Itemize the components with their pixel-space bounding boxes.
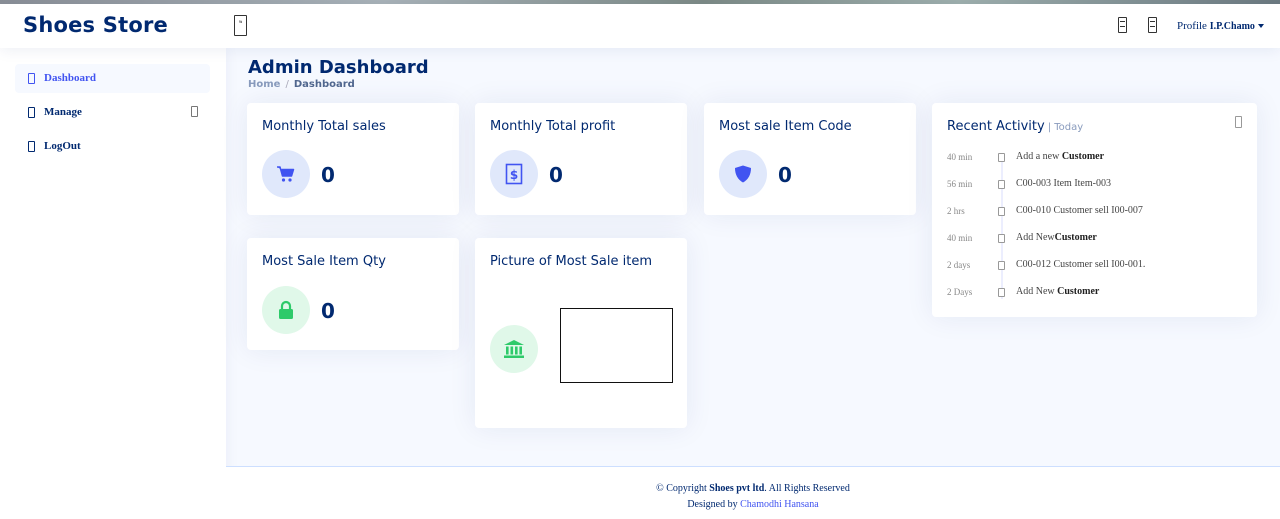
- activity-time: 2 Days: [947, 287, 973, 297]
- recent-activity-card: Recent Activity | Today 40 min Add a new …: [932, 103, 1257, 317]
- activity-today-label: Today: [1054, 122, 1084, 133]
- activity-separator: |: [1047, 122, 1052, 133]
- sidebar: Dashboard Manage LogOut: [0, 48, 226, 519]
- profile-label: Profile: [1177, 20, 1207, 32]
- profit-value: 0: [549, 163, 563, 187]
- credits-text: Designed by Chamodhi Hansana: [226, 499, 1280, 510]
- svg-text:$: $: [510, 168, 518, 182]
- activity-text: C00-003 Item Item-003: [1016, 178, 1111, 189]
- designed-by-label: Designed by: [687, 499, 741, 510]
- activity-text: Add a new Customer: [1016, 151, 1104, 162]
- profile-dropdown[interactable]: Profile I.P.Chamo: [1177, 20, 1264, 32]
- page-title: Admin Dashboard: [248, 57, 429, 78]
- activity-text-bold: Customer: [1061, 151, 1105, 162]
- breadcrumb-home[interactable]: Home: [248, 79, 280, 90]
- activity-text-plain: Add New: [1016, 286, 1058, 297]
- activity-text: C00-012 Customer sell I00-001.: [1016, 259, 1145, 270]
- activity-text-plain: C00-010 Customer sell I00-007: [1016, 205, 1143, 216]
- activity-text: C00-010 Customer sell I00-007: [1016, 205, 1143, 216]
- lock-icon: [262, 286, 310, 334]
- grid-icon: [28, 73, 35, 84]
- activity-text-plain: Add a new: [1016, 151, 1062, 162]
- sidebar-item-label: Dashboard: [44, 72, 96, 84]
- sidebar-item-dashboard[interactable]: Dashboard: [15, 64, 210, 93]
- card-title: Most Sale Item Qty: [262, 254, 386, 269]
- cart-icon: [262, 150, 310, 198]
- notifications-icon[interactable]: [1118, 17, 1127, 33]
- picture-card: Picture of Most Sale item: [475, 238, 687, 428]
- timeline-dot-icon: [998, 153, 1005, 162]
- activity-text-bold: Customer: [1057, 286, 1100, 297]
- copyright-prefix: © Copyright: [656, 483, 710, 494]
- card-title: Monthly Total profit: [490, 119, 616, 134]
- profile-name: I.P.Chamo: [1209, 21, 1255, 32]
- chevron-down-icon: [1257, 24, 1264, 29]
- designer-link[interactable]: Chamodhi Hansana: [740, 499, 819, 510]
- activity-time: 40 min: [947, 233, 973, 243]
- sidebar-item-logout[interactable]: LogOut: [15, 132, 210, 161]
- item-qty-card: Most Sale Item Qty 0: [247, 238, 459, 350]
- sidebar-item-label: Manage: [44, 106, 82, 118]
- activity-time: 2 days: [947, 260, 971, 270]
- activity-filter-label: | Today: [1048, 122, 1083, 133]
- activity-text-plain: C00-003 Item Item-003: [1016, 178, 1111, 189]
- logout-icon: [28, 141, 35, 152]
- currency-icon: $: [490, 150, 538, 198]
- activity-time: 56 min: [947, 179, 973, 189]
- sales-value: 0: [321, 163, 335, 187]
- sidebar-toggle-icon[interactable]: ⇆: [234, 15, 247, 36]
- activity-item: 40 min Add a new Customer: [932, 150, 1257, 166]
- activity-time: 40 min: [947, 152, 973, 162]
- app-logo[interactable]: Shoes Store: [23, 13, 168, 37]
- copyright-text: © Copyright Shoes pvt ltd. All Rights Re…: [226, 483, 1280, 494]
- shield-icon: [719, 150, 767, 198]
- timeline-dot-icon: [998, 207, 1005, 216]
- activity-text-plain: Add New: [1016, 232, 1055, 243]
- activity-item: 2 days C00-012 Customer sell I00-001.: [932, 258, 1257, 274]
- card-title: Most sale Item Code: [719, 119, 852, 134]
- activity-title: Recent Activity | Today: [947, 119, 1083, 134]
- activity-text: Add New Customer: [1016, 286, 1099, 297]
- chevron-down-icon: [191, 106, 198, 117]
- activity-item: 40 min Add NewCustomer: [932, 231, 1257, 247]
- activity-item: 2 Days Add New Customer: [932, 285, 1257, 301]
- filter-menu-icon[interactable]: [1235, 116, 1242, 128]
- timeline-dot-icon: [998, 261, 1005, 270]
- item-code-value: 0: [778, 163, 792, 187]
- activity-text-plain: C00-012 Customer sell I00-001.: [1016, 259, 1146, 270]
- activity-item: 2 hrs C00-010 Customer sell I00-007: [932, 204, 1257, 220]
- card-title: Picture of Most Sale item: [490, 254, 653, 269]
- most-sale-item-image: [560, 308, 673, 383]
- breadcrumb: Home / Dashboard: [248, 79, 355, 90]
- messages-icon[interactable]: [1148, 17, 1157, 33]
- activity-item: 56 min C00-003 Item Item-003: [932, 177, 1257, 193]
- activity-time: 2 hrs: [947, 206, 965, 216]
- item-qty-value: 0: [321, 299, 335, 323]
- breadcrumb-separator: /: [285, 79, 289, 90]
- profit-card: Monthly Total profit $ 0: [475, 103, 687, 215]
- timeline-dot-icon: [998, 234, 1005, 243]
- copyright-suffix: . All Rights Reserved: [764, 483, 850, 494]
- sales-card: Monthly Total sales 0: [247, 103, 459, 215]
- card-title: Monthly Total sales: [262, 119, 386, 134]
- breadcrumb-current: Dashboard: [293, 79, 355, 90]
- company-name: Shoes pvt ltd: [709, 483, 765, 494]
- page-footer: © Copyright Shoes pvt ltd. All Rights Re…: [226, 466, 1280, 519]
- menu-icon: [28, 107, 35, 118]
- activity-title-text: Recent Activity: [947, 119, 1045, 134]
- activity-text: Add NewCustomer: [1016, 232, 1097, 243]
- bank-icon: [490, 325, 538, 373]
- timeline-line: [1001, 153, 1003, 299]
- timeline-dot-icon: [998, 180, 1005, 189]
- sidebar-item-label: LogOut: [44, 140, 81, 152]
- activity-text-bold: Customer: [1054, 232, 1097, 243]
- timeline-dot-icon: [998, 288, 1005, 297]
- item-code-card: Most sale Item Code 0: [704, 103, 916, 215]
- sidebar-item-manage[interactable]: Manage: [15, 98, 210, 127]
- top-header: Shoes Store ⇆ Profile I.P.Chamo: [0, 4, 1280, 48]
